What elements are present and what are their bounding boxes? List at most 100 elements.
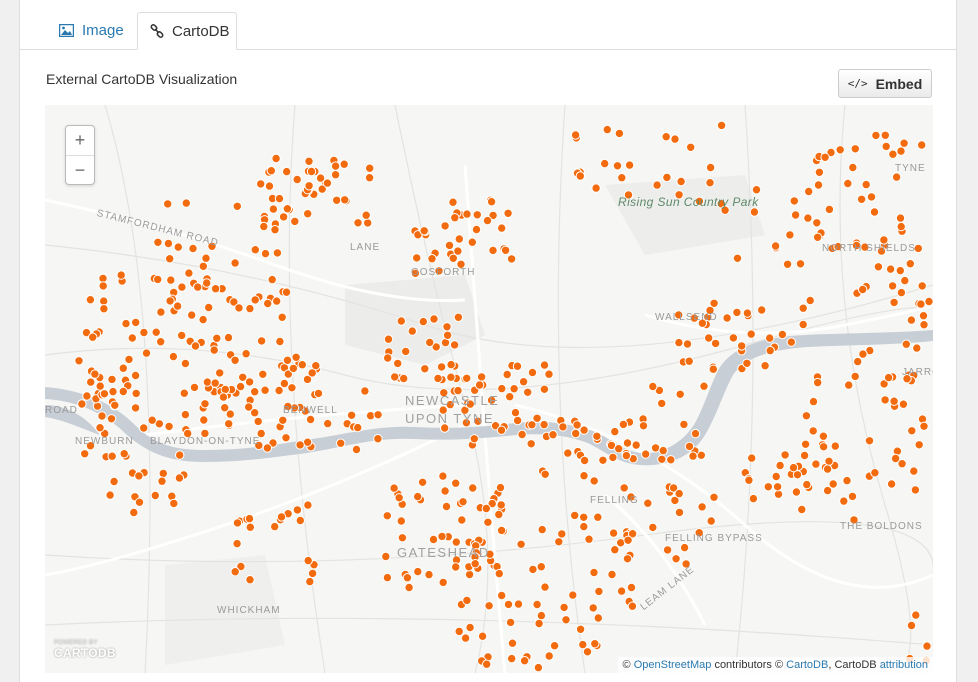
map-marker[interactable] [139, 423, 149, 433]
map-marker[interactable] [593, 613, 603, 623]
map-marker[interactable] [173, 242, 184, 252]
map-marker[interactable] [559, 602, 569, 613]
map-marker[interactable] [919, 320, 929, 330]
map-marker[interactable] [488, 245, 498, 256]
map-marker[interactable] [190, 341, 201, 351]
map-marker[interactable] [465, 622, 475, 633]
map-marker[interactable] [365, 163, 375, 173]
map-marker[interactable] [330, 170, 341, 180]
map-marker[interactable] [614, 444, 624, 454]
map-marker[interactable] [232, 201, 243, 212]
map-marker[interactable] [282, 204, 293, 214]
map-marker[interactable] [262, 443, 273, 453]
map-marker[interactable] [638, 421, 649, 431]
zoom-in-button[interactable]: + [66, 126, 94, 156]
map-marker[interactable] [450, 213, 460, 223]
map-marker[interactable] [303, 209, 313, 219]
map-marker[interactable] [742, 308, 753, 318]
map-marker[interactable] [699, 381, 709, 391]
map-marker[interactable] [271, 153, 281, 164]
map-marker[interactable] [526, 439, 536, 449]
map-marker[interactable] [602, 124, 612, 135]
map-marker[interactable] [364, 173, 375, 183]
map-marker[interactable] [394, 493, 404, 503]
map-marker[interactable] [747, 453, 757, 463]
map-marker[interactable] [281, 433, 291, 443]
map-marker[interactable] [661, 132, 671, 142]
map-marker[interactable] [749, 207, 760, 217]
map-marker[interactable] [129, 507, 139, 518]
map-marker[interactable] [512, 361, 523, 371]
map-marker[interactable] [818, 431, 829, 441]
map-marker[interactable] [888, 149, 898, 159]
map-marker[interactable] [230, 567, 240, 577]
map-marker[interactable] [657, 454, 667, 464]
map-marker[interactable] [163, 199, 173, 209]
map-marker[interactable] [497, 590, 507, 601]
map-marker[interactable] [306, 166, 317, 177]
map-marker[interactable] [869, 207, 880, 217]
map-marker[interactable] [791, 487, 802, 497]
map-marker[interactable] [230, 355, 240, 366]
map-marker[interactable] [549, 641, 560, 651]
map-marker[interactable] [130, 370, 141, 381]
map-marker[interactable] [353, 218, 363, 228]
map-marker[interactable] [168, 351, 179, 362]
map-marker[interactable] [881, 141, 891, 152]
map-marker[interactable] [519, 656, 530, 666]
map-marker[interactable] [244, 377, 255, 387]
map-marker[interactable] [880, 395, 890, 405]
map-marker[interactable] [201, 253, 211, 263]
embed-button[interactable]: </> Embed [838, 69, 932, 98]
map-marker[interactable] [624, 160, 635, 170]
map-marker[interactable] [303, 555, 313, 566]
map-marker[interactable] [591, 183, 601, 193]
map-marker[interactable] [198, 314, 208, 325]
map-marker[interactable] [382, 572, 393, 583]
map-marker[interactable] [446, 359, 456, 370]
map-marker[interactable] [674, 337, 684, 348]
attribution-link[interactable]: attribution [880, 659, 928, 671]
map-marker[interactable] [924, 296, 933, 307]
map-marker[interactable] [134, 471, 144, 481]
map-marker[interactable] [575, 624, 586, 634]
map-marker[interactable] [263, 298, 273, 309]
map-marker[interactable] [889, 396, 899, 406]
map-marker[interactable] [610, 426, 620, 437]
map-marker[interactable] [539, 384, 550, 394]
map-marker[interactable] [339, 159, 349, 169]
map-marker[interactable] [906, 620, 917, 631]
map-marker[interactable] [483, 517, 493, 527]
map-marker[interactable] [212, 333, 222, 344]
map-marker[interactable] [399, 373, 409, 384]
map-marker[interactable] [313, 388, 324, 399]
map-marker[interactable] [657, 398, 667, 409]
map-marker[interactable] [916, 299, 926, 309]
map-marker[interactable] [563, 448, 573, 458]
map-marker[interactable] [99, 389, 110, 399]
map-marker[interactable] [751, 185, 762, 195]
cartodb-map[interactable]: STAMFORDHAM ROAD Rising Sun Country Park… [45, 105, 933, 673]
map-marker[interactable] [436, 362, 447, 372]
map-marker[interactable] [110, 400, 120, 410]
map-marker[interactable] [856, 194, 867, 205]
map-marker[interactable] [557, 529, 567, 539]
map-marker[interactable] [467, 237, 477, 247]
map-marker[interactable] [509, 384, 519, 394]
map-marker[interactable] [666, 455, 676, 465]
map-marker[interactable] [883, 372, 894, 383]
map-marker[interactable] [404, 582, 414, 593]
map-marker[interactable] [458, 497, 468, 507]
map-marker[interactable] [917, 140, 927, 150]
map-marker[interactable] [496, 425, 507, 435]
map-marker[interactable] [843, 178, 853, 189]
map-marker[interactable] [88, 332, 98, 342]
map-marker[interactable] [363, 218, 373, 228]
map-marker[interactable] [460, 633, 471, 643]
map-marker[interactable] [131, 317, 141, 328]
map-marker[interactable] [244, 402, 254, 412]
map-marker[interactable] [850, 144, 860, 154]
map-marker[interactable] [438, 471, 448, 481]
map-marker[interactable] [579, 521, 589, 532]
map-marker[interactable] [305, 576, 315, 587]
